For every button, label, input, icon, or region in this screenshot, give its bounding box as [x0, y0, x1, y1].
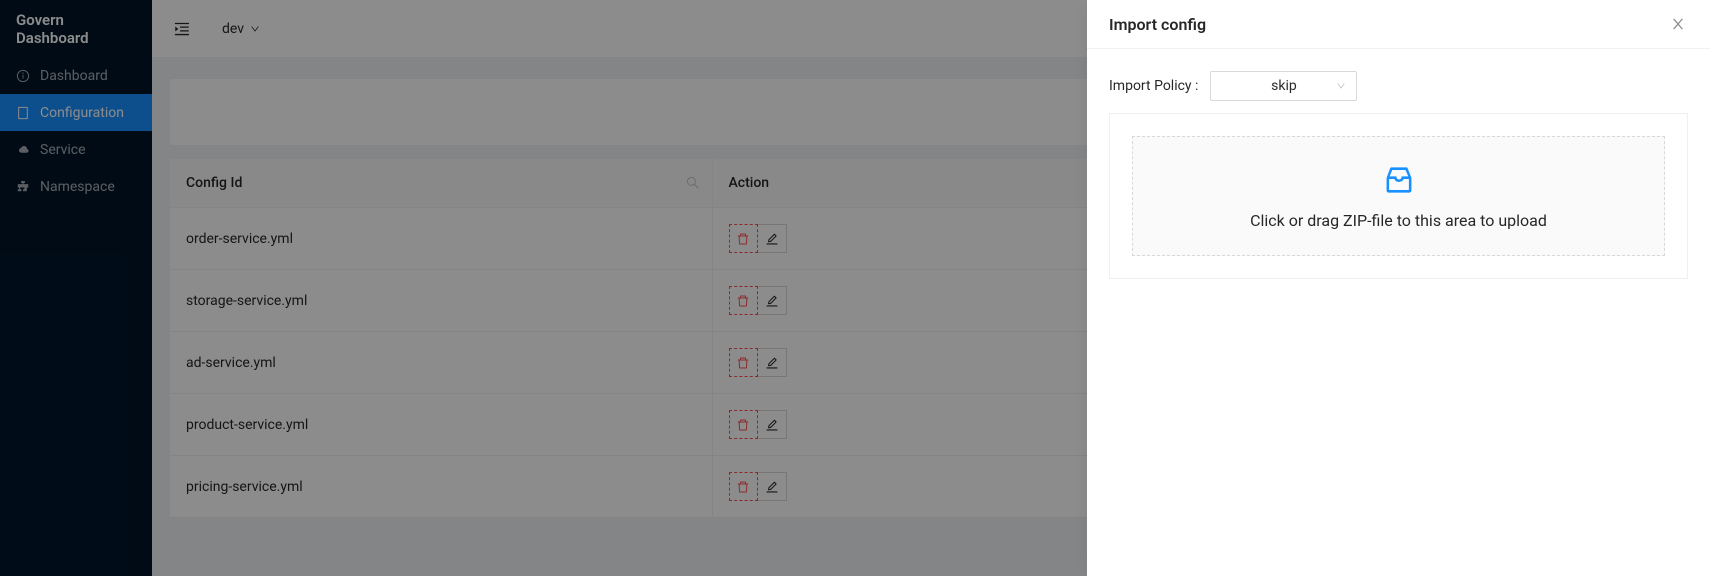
import-policy-label: Import Policy : [1109, 78, 1198, 94]
upload-card: Click or drag ZIP-file to this area to u… [1109, 113, 1688, 279]
drawer-title: Import config [1109, 15, 1206, 34]
chevron-down-icon [1336, 81, 1346, 91]
upload-dropzone[interactable]: Click or drag ZIP-file to this area to u… [1132, 136, 1665, 256]
inbox-icon [1378, 163, 1420, 197]
import-policy-select[interactable]: skip [1210, 71, 1357, 101]
close-icon[interactable] [1668, 14, 1688, 34]
import-policy-value: skip [1271, 78, 1297, 94]
import-drawer: Import config Import Policy : skip [1087, 0, 1710, 576]
upload-text: Click or drag ZIP-file to this area to u… [1250, 211, 1547, 230]
